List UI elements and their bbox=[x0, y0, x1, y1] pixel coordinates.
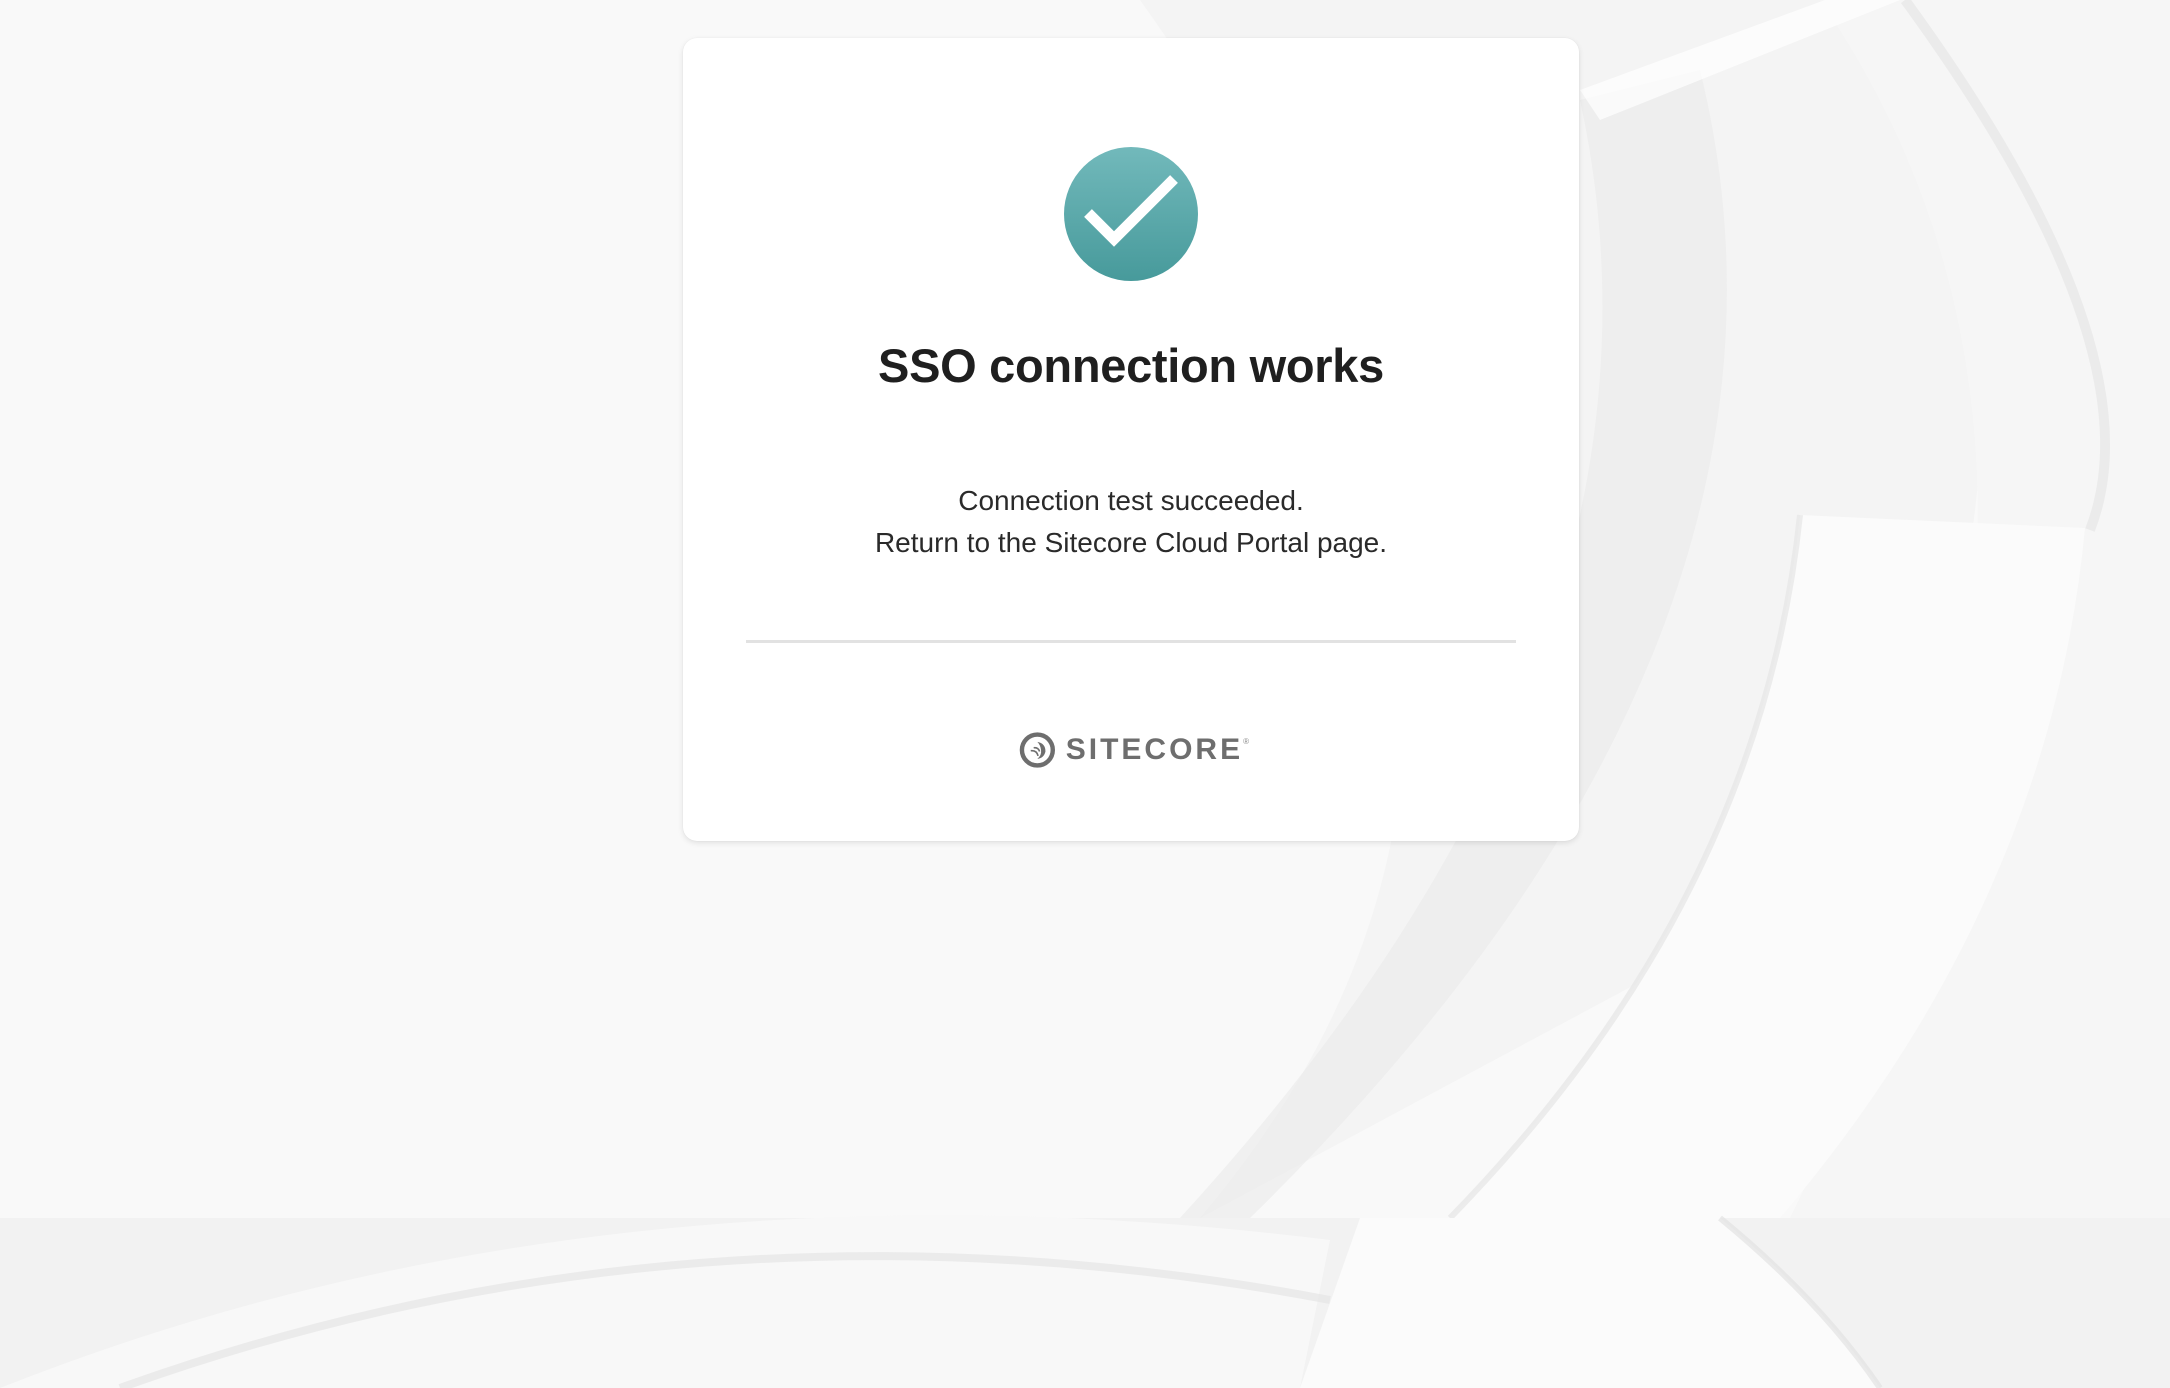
sitecore-logo: SITECORE ® bbox=[1019, 724, 1249, 776]
sitecore-logo-icon bbox=[1019, 732, 1055, 768]
page-title: SSO connection works bbox=[878, 339, 1384, 392]
status-message-line-2: Return to the Sitecore Cloud Portal page… bbox=[874, 527, 1388, 558]
status-message: Connection test succeeded. Return to the… bbox=[683, 480, 1579, 564]
divider bbox=[746, 640, 1516, 643]
checkmark-circle-icon bbox=[1064, 147, 1198, 281]
status-card: SSO connection works Connection test suc… bbox=[683, 38, 1579, 841]
trademark-mark: ® bbox=[1243, 737, 1249, 746]
status-message-line-1: Connection test succeeded. bbox=[958, 485, 1304, 516]
sitecore-wordmark: SITECORE bbox=[1065, 733, 1244, 766]
